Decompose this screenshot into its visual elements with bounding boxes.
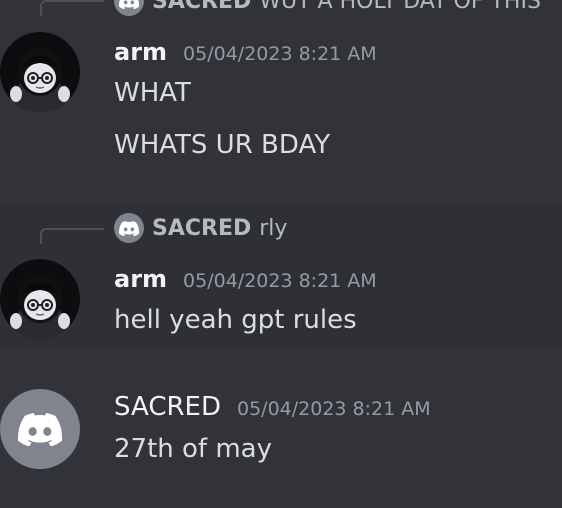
message-group: SACRED 05/04/2023 8:21 AM 27th of may	[0, 347, 562, 508]
reply-preview[interactable]: SACRED rly	[114, 213, 287, 243]
reply-author[interactable]: SACRED	[152, 0, 251, 14]
timestamp: 05/04/2023 8:21 AM	[183, 43, 377, 65]
discord-logo-icon	[114, 0, 144, 16]
arm-avatar[interactable]	[0, 259, 80, 339]
reply-preview[interactable]: SACRED WUT A HOLY DAY OF THIS	[114, 0, 541, 16]
message-group: SACRED rly arm 05/04/2023 8:21 AM hell y…	[0, 205, 562, 347]
sacred-avatar[interactable]	[0, 389, 80, 469]
chat-messages-area[interactable]: SACRED WUT A HOLY DAY OF THIS arm 05/04/…	[0, 0, 562, 508]
reply-text: WUT A HOLY DAY OF THIS	[259, 0, 541, 14]
message-text: WHATS UR BDAY	[114, 130, 331, 160]
reply-text: rly	[259, 215, 288, 241]
message-group: SACRED WUT A HOLY DAY OF THIS arm 05/04/…	[0, 0, 562, 190]
discord-logo-icon	[18, 412, 62, 446]
message-text: WHAT	[114, 78, 191, 108]
username[interactable]: SACRED	[114, 392, 221, 422]
timestamp: 05/04/2023 8:21 AM	[236, 398, 431, 420]
username[interactable]: arm	[114, 265, 167, 293]
username[interactable]: arm	[114, 38, 167, 66]
discord-logo-icon	[114, 213, 144, 243]
message-header: arm 05/04/2023 8:21 AM	[114, 265, 377, 293]
reply-author[interactable]: SACRED	[152, 216, 251, 241]
message-text: 27th of may	[114, 434, 272, 464]
reply-connector	[40, 228, 104, 244]
message-header: SACRED 05/04/2023 8:21 AM	[114, 392, 431, 422]
timestamp: 05/04/2023 8:21 AM	[183, 270, 377, 292]
reply-connector	[40, 0, 104, 16]
arm-avatar[interactable]	[0, 32, 80, 112]
message-header: arm 05/04/2023 8:21 AM	[114, 38, 377, 66]
message-text: hell yeah gpt rules	[114, 305, 357, 335]
